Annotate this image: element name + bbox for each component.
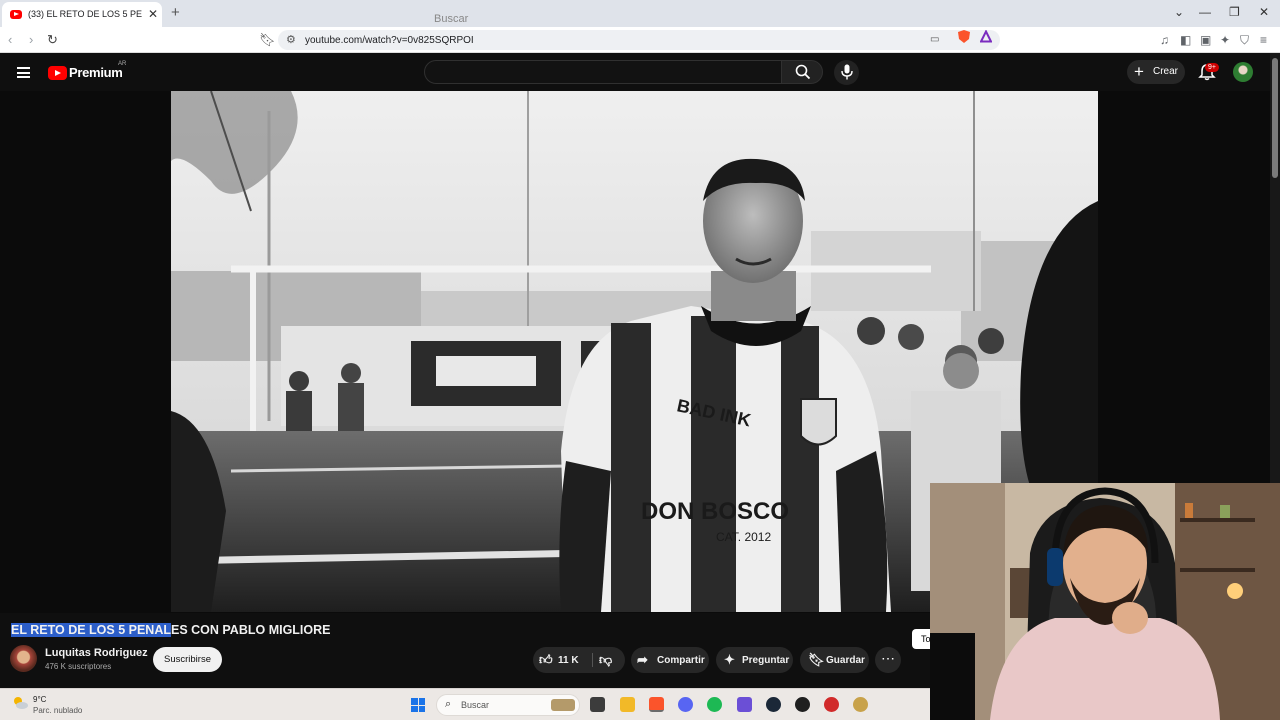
- partly-cloudy-icon: [14, 697, 28, 709]
- search-button[interactable]: [781, 60, 823, 84]
- create-label: Crear: [1153, 66, 1179, 77]
- plus-icon: +: [1134, 62, 1144, 81]
- tab-title: (33) EL RETO DE LOS 5 PENALES CON: [28, 9, 142, 19]
- microphone-icon: [841, 64, 853, 80]
- scrollbar-thumb[interactable]: [1272, 58, 1278, 178]
- search-box: [424, 60, 782, 84]
- logo-text: Premium: [69, 65, 123, 80]
- steam-icon[interactable]: [766, 697, 781, 712]
- youtube-play-icon: [48, 66, 67, 80]
- taskbar-search-placeholder: Buscar: [461, 700, 490, 710]
- notification-badge: 9+: [1205, 63, 1219, 72]
- like-dislike-group: 👍︎ 11 K 👎︎: [533, 647, 625, 673]
- riot-client-icon[interactable]: [824, 697, 839, 712]
- windows-start-icon[interactable]: [411, 698, 425, 712]
- brave-rewards-icon[interactable]: [980, 30, 992, 43]
- share-arrow-icon: ➦: [637, 652, 648, 667]
- app-grid-icon[interactable]: [737, 697, 752, 712]
- site-settings-icon[interactable]: ⚙︎: [286, 33, 296, 46]
- more-icon: ⋯: [881, 650, 895, 666]
- url-text: youtube.com/watch?v=0v825SQRPOI: [305, 35, 474, 46]
- save-label: Guardar: [826, 655, 865, 666]
- url-field[interactable]: ⚙︎ youtube.com/watch?v=0v825SQRPOI ▭: [278, 30, 1000, 50]
- bookmark-icon[interactable]: 🔖︎: [259, 32, 276, 48]
- task-view-icon[interactable]: [590, 697, 605, 712]
- webcam-overlay: [930, 483, 1280, 720]
- like-button[interactable]: 👍︎ 11 K: [533, 647, 591, 673]
- weather-condition[interactable]: Parc. nublado: [33, 706, 82, 715]
- thumbs-down-icon: 👎︎: [599, 652, 613, 667]
- ask-label: Preguntar: [742, 655, 790, 666]
- close-tab-icon[interactable]: ✕: [148, 7, 158, 21]
- create-button[interactable]: + Crear: [1127, 60, 1185, 84]
- voice-search-button[interactable]: [834, 60, 859, 85]
- youtube-favicon-icon: [10, 10, 22, 19]
- hamburger-menu-icon[interactable]: [17, 67, 30, 78]
- cast-icon[interactable]: ▭: [930, 34, 939, 45]
- channel-name[interactable]: Luquitas Rodriguez: [45, 647, 148, 659]
- save-button[interactable]: 🔖︎ Guardar: [800, 647, 869, 673]
- wallet-icon[interactable]: ▣: [1200, 33, 1211, 47]
- subscribe-button[interactable]: Suscribirse: [153, 647, 222, 672]
- webcam-image: [930, 483, 1280, 720]
- leo-ai-icon[interactable]: ✦: [1220, 33, 1230, 47]
- browser-menu-icon[interactable]: ≡: [1260, 33, 1267, 47]
- search-highlight-image: [551, 699, 575, 711]
- new-tab-icon[interactable]: +: [171, 4, 180, 21]
- vpn-icon[interactable]: ⛉: [1240, 33, 1249, 48]
- subscriber-count: 476 K suscriptores: [45, 662, 112, 671]
- restore-icon[interactable]: ❐: [1229, 5, 1240, 19]
- more-actions-button[interactable]: ⋯: [875, 647, 901, 673]
- media-icon[interactable]: ♫: [1160, 33, 1169, 47]
- country-code: AR: [118, 61, 127, 67]
- back-icon[interactable]: ‹: [8, 32, 12, 47]
- dislike-button[interactable]: 👎︎: [593, 647, 625, 673]
- address-bar-row: ‹ › ↻ 🔖︎ ⚙︎ youtube.com/watch?v=0v825SQR…: [0, 27, 1280, 53]
- jersey-category-text: CAT. 2012: [716, 530, 771, 544]
- taskbar-search-icon: ⌕: [445, 698, 452, 710]
- sidebar-icon[interactable]: ◧: [1180, 33, 1191, 47]
- selected-title-text: EL RETO DE LOS 5 PENAL: [11, 623, 171, 637]
- title-rest-text: ES CON PABLO MIGLIORE: [171, 623, 331, 637]
- weather-temperature[interactable]: 9°C: [33, 695, 46, 704]
- discord-icon[interactable]: [678, 697, 693, 712]
- channel-avatar[interactable]: [10, 645, 37, 672]
- close-window-icon[interactable]: ✕: [1259, 5, 1269, 19]
- league-of-legends-icon[interactable]: [853, 697, 868, 712]
- browser-tab[interactable]: (33) EL RETO DE LOS 5 PENALES CON ✕: [2, 2, 162, 27]
- video-title: EL RETO DE LOS 5 PENALES CON PABLO MIGLI…: [11, 623, 331, 637]
- ask-button[interactable]: ✦ Preguntar: [716, 647, 793, 673]
- taskbar-search-box[interactable]: ⌕ Buscar: [436, 694, 580, 716]
- share-label: Compartir: [657, 655, 705, 666]
- jersey-text: DON BOSCO: [641, 498, 789, 525]
- share-button[interactable]: ➦ Compartir: [631, 647, 709, 673]
- like-count: 11 K: [558, 655, 579, 666]
- tab-search-chevron-icon[interactable]: ⌄: [1174, 5, 1184, 19]
- spotify-icon[interactable]: [707, 697, 722, 712]
- youtube-header: Premium AR + Crear: [0, 53, 1280, 91]
- search-icon: [795, 64, 811, 80]
- windows-taskbar: 9°C Parc. nublado ⌕ Buscar: [0, 688, 930, 720]
- sparkle-icon: ✦: [724, 652, 735, 667]
- brave-browser-icon[interactable]: [649, 697, 664, 712]
- search-input[interactable]: [434, 11, 764, 27]
- brave-shield-icon[interactable]: [958, 30, 970, 43]
- account-avatar[interactable]: [1233, 62, 1253, 82]
- obs-icon[interactable]: [795, 697, 810, 712]
- minimize-icon[interactable]: —: [1199, 5, 1211, 19]
- file-explorer-icon[interactable]: [620, 697, 635, 712]
- reload-icon[interactable]: ↻: [47, 32, 58, 48]
- forward-icon[interactable]: ›: [29, 32, 33, 47]
- thumbs-up-icon: 👍︎: [539, 652, 553, 667]
- bookmark-save-icon: 🔖︎: [808, 652, 825, 667]
